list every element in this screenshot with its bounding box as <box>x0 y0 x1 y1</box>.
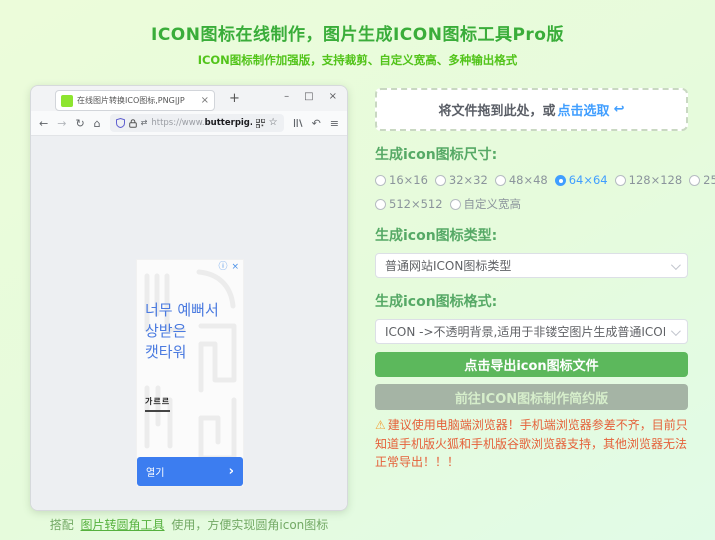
radio-label: 128×128 <box>629 173 683 187</box>
reload-icon[interactable]: ↻ <box>75 118 84 129</box>
footer-prefix: 搭配 <box>50 518 74 532</box>
ad-headline-line: 상받은 <box>145 321 239 342</box>
lock-icon[interactable] <box>129 119 137 128</box>
ad-headline-line: 캣타워 <box>145 342 239 363</box>
size-radio-row-1: 16×16 32×32 48×48 64×64 128×128 256×256 <box>375 173 688 187</box>
radio-label: 256×256 <box>703 173 715 187</box>
control-panel: 将文件拖到此处，或点击选取 ↩ 生成icon图标尺寸: 16×16 32×32 4… <box>375 88 688 472</box>
library-icon[interactable] <box>293 118 303 128</box>
window-controls: – □ × <box>284 91 337 102</box>
radio-label: 自定义宽高 <box>464 196 522 212</box>
page-subtitle: ICON图标制作加强版，支持裁剪、自定义宽高、多种输出格式 <box>0 52 715 68</box>
url-bar[interactable]: ⇄ https://www.butterpig.top/ico ☆ <box>110 114 284 132</box>
ad-choices: ⓘ × <box>218 263 239 272</box>
tab-strip: 在线图片转换ICO图标,PNG|JP × + – □ × <box>31 86 347 111</box>
icon-format-select[interactable]: ICON ->不透明背景,适用于非镂空图片生成普通ICON图标 ->3 <box>375 319 688 344</box>
file-dropzone[interactable]: 将文件拖到此处，或点击选取 ↩ <box>375 88 688 131</box>
warning-triangle-icon: ⚠ <box>375 418 386 432</box>
radio-label: 64×64 <box>569 173 608 187</box>
radio-64x64[interactable]: 64×64 <box>555 173 608 187</box>
browser-content-area: ⓘ × 너무 예뻐서 상받은 캣타워 가르르 열기 › <box>31 136 347 510</box>
undo-arrow-icon[interactable]: ↶ <box>312 118 321 129</box>
type-section-label: 生成icon图标类型: <box>375 225 688 245</box>
minimize-button[interactable]: – <box>284 91 289 102</box>
warning-text: 建议使用电脑端浏览器！手机端浏览器参差不齐，目前只知道手机版火狐和手机版谷歌浏览… <box>375 418 688 469</box>
ad-open-label: 열기 <box>146 464 164 479</box>
radio-128x128[interactable]: 128×128 <box>615 173 683 187</box>
swap-arrows-icon[interactable]: ⇄ <box>141 119 148 127</box>
maze-pattern-decoration <box>137 260 244 487</box>
shield-icon[interactable] <box>116 118 125 128</box>
radio-48x48[interactable]: 48×48 <box>495 173 548 187</box>
format-section-label: 生成icon图标格式: <box>375 291 688 311</box>
radio-label: 16×16 <box>389 173 428 187</box>
radio-32x32[interactable]: 32×32 <box>435 173 488 187</box>
tab-favicon <box>61 95 73 107</box>
browser-warning: ⚠建议使用电脑端浏览器！手机端浏览器参差不齐，目前只知道手机版火狐和手机版谷歌浏… <box>375 416 688 472</box>
browser-window-mockup: 在线图片转换ICO图标,PNG|JP × + – □ × ← → ↻ ⌂ ⇄ h… <box>30 85 348 511</box>
dropzone-select-link[interactable]: 点击选取 <box>558 100 610 119</box>
chevron-down-icon <box>671 326 681 336</box>
footer-caption: 搭配 图片转圆角工具 使用，方便实现圆角icon图标 <box>30 516 348 533</box>
icon-format-value: ICON ->不透明背景,适用于非镂空图片生成普通ICON图标 ->3 <box>385 323 665 340</box>
ad-headline-line: 너무 예뻐서 <box>145 300 239 321</box>
dropzone-text: 将文件拖到此处，或 <box>439 100 556 119</box>
url-scheme: https://www. <box>151 118 204 128</box>
radio-custom-size[interactable]: 自定义宽高 <box>450 196 522 212</box>
url-domain: butterpig.top <box>205 118 252 128</box>
radio-circle <box>555 175 566 186</box>
ad-banner[interactable]: ⓘ × 너무 예뻐서 상받은 캣타워 가르르 열기 › <box>136 259 244 487</box>
radio-circle <box>450 199 461 210</box>
radio-circle <box>375 175 386 186</box>
radio-label: 48×48 <box>509 173 548 187</box>
page-header: ICON图标在线制作，图片生成ICON图标工具Pro版 ICON图标制作加强版，… <box>0 20 715 68</box>
bookmark-star-icon[interactable]: ☆ <box>269 118 278 128</box>
browser-tab[interactable]: 在线图片转换ICO图标,PNG|JP × <box>55 90 215 111</box>
tab-close-icon[interactable]: × <box>201 96 209 106</box>
radio-16x16[interactable]: 16×16 <box>375 173 428 187</box>
browser-nav-bar: ← → ↻ ⌂ ⇄ https://www.butterpig.top/ico … <box>31 111 347 136</box>
ad-brand-link[interactable]: 가르르 <box>145 396 170 412</box>
size-radio-row-2: 512×512 自定义宽高 <box>375 196 688 212</box>
qr-code-icon[interactable] <box>256 119 265 128</box>
size-section-label: 生成icon图标尺寸: <box>375 144 688 164</box>
icon-type-select[interactable]: 普通网站ICON图标类型 <box>375 253 688 278</box>
icon-type-value: 普通网站ICON图标类型 <box>385 257 665 274</box>
radio-circle <box>495 175 506 186</box>
footer-suffix: 使用，方便实现圆角icon图标 <box>171 518 328 532</box>
ad-close-icon[interactable]: × <box>231 263 239 272</box>
simple-version-button[interactable]: 前往ICON图标制作简约版 <box>375 384 688 410</box>
tab-title: 在线图片转换ICO图标,PNG|JP <box>77 95 197 106</box>
radio-label: 32×32 <box>449 173 488 187</box>
maximize-button[interactable]: □ <box>304 91 313 102</box>
ad-headline: 너무 예뻐서 상받은 캣타워 <box>145 300 239 363</box>
hamburger-menu-icon[interactable]: ≡ <box>330 118 339 129</box>
return-arrow-icon: ↩ <box>614 102 625 117</box>
radio-circle <box>689 175 700 186</box>
forward-icon[interactable]: → <box>57 118 66 129</box>
radio-circle <box>615 175 626 186</box>
close-window-button[interactable]: × <box>329 91 337 102</box>
chevron-right-icon: › <box>229 464 234 479</box>
radio-circle <box>435 175 446 186</box>
rounded-corner-tool-link[interactable]: 图片转圆角工具 <box>81 518 165 532</box>
export-icon-button[interactable]: 点击导出icon图标文件 <box>375 352 688 377</box>
ad-open-button[interactable]: 열기 › <box>137 457 243 486</box>
page-title: ICON图标在线制作，图片生成ICON图标工具Pro版 <box>0 20 715 45</box>
radio-256x256[interactable]: 256×256 <box>689 173 715 187</box>
radio-512x512[interactable]: 512×512 <box>375 197 443 211</box>
new-tab-button[interactable]: + <box>229 91 240 106</box>
url-text: https://www.butterpig.top/ico <box>151 118 251 128</box>
back-icon[interactable]: ← <box>39 118 48 129</box>
home-icon[interactable]: ⌂ <box>94 118 101 129</box>
chevron-down-icon <box>671 260 681 270</box>
ad-info-icon[interactable]: ⓘ <box>218 263 227 272</box>
radio-label: 512×512 <box>389 197 443 211</box>
radio-circle <box>375 199 386 210</box>
